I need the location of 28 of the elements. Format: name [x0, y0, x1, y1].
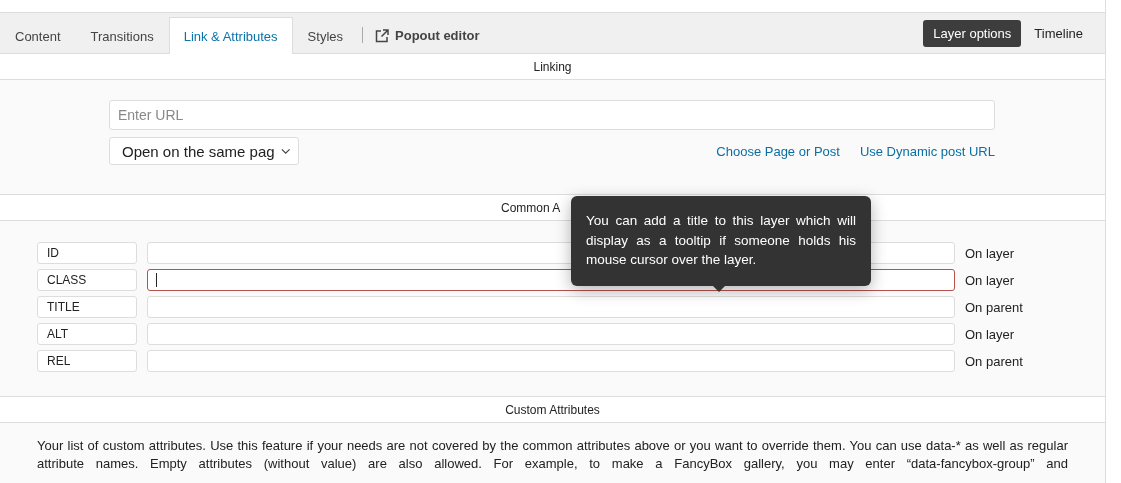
tab[interactable]: Content [0, 18, 76, 54]
attribute-label: ID [37, 242, 137, 264]
tab[interactable]: Transitions [75, 18, 169, 54]
section-heading: Common A [501, 200, 561, 215]
section-heading: Custom Attributes [505, 402, 600, 417]
tab[interactable]: Link & Attributes [168, 17, 293, 54]
attribute-label: TITLE [37, 296, 137, 318]
attribute-label: ALT [37, 323, 137, 345]
url-field[interactable]: Enter URL [109, 100, 995, 130]
chevron-down-icon [280, 147, 290, 155]
view-button[interactable]: Timeline [1024, 19, 1093, 47]
applies-to-text: On parent [965, 353, 1023, 369]
attribute-label: CLASS [37, 269, 137, 291]
link[interactable]: Use Dynamic post URL [859, 143, 995, 159]
tab[interactable]: Styles [292, 18, 358, 54]
tooltip-text: You can add a title to this layer which will display as a tooltip if someone holds his mouse cursor over the layer. [586, 213, 856, 267]
applies-to-text: On layer [965, 245, 1015, 261]
applies-to-text: On parent [965, 299, 1023, 315]
attribute-label: REL [37, 350, 137, 372]
section-heading: Linking [533, 59, 572, 74]
applies-to-text: On layer [965, 326, 1015, 342]
popout-editor-button[interactable]: Popout editor [375, 18, 480, 53]
link[interactable]: Choose Page or Post [716, 143, 840, 159]
description-text: Your list of custom attributes. Use this feature if your needs are not covered by the common attributes above or you want to override them. You can use data-* as well as regular attribute names. Empty attributes (without value) are also allowed. For example, to make a FancyBox gallery, you may enter “data-fancybox-group” and [0, 423, 1105, 483]
applies-to-text: On layer [965, 272, 1015, 288]
external-link-icon [375, 28, 389, 43]
text-cursor [156, 273, 157, 287]
target-dropdown[interactable]: Open on the same pag [109, 137, 299, 165]
